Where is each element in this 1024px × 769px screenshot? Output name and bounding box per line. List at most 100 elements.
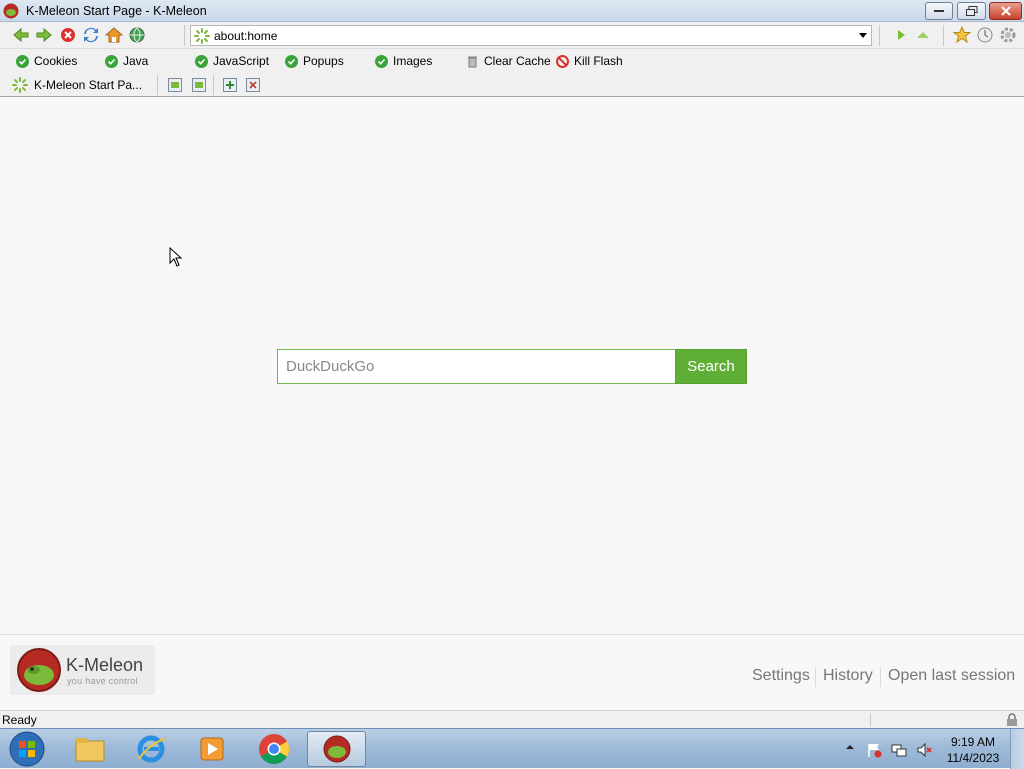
globe-icon — [129, 27, 145, 43]
mouse-cursor-icon — [169, 247, 182, 267]
privacy-toolbar: Cookies Java JavaScript Popups Images Cl… — [0, 49, 1024, 73]
taskbar-internet-explorer[interactable] — [122, 731, 180, 767]
page-content: Search — [0, 97, 1024, 634]
check-circle-icon — [105, 54, 118, 68]
title-bar: K-Meleon Start Page - K-Meleon — [0, 0, 1024, 22]
no-entry-icon — [556, 54, 569, 68]
forward-button[interactable] — [35, 26, 53, 44]
privacy-toggle-images[interactable]: Images — [375, 53, 432, 69]
kill-flash-label: Kill Flash — [574, 54, 623, 68]
logo-wordmark: K-Meleon — [66, 655, 144, 675]
settings-button[interactable] — [999, 26, 1017, 44]
plus-icon — [226, 81, 234, 89]
chrome-icon — [259, 734, 290, 765]
taskbar-file-explorer[interactable] — [61, 731, 119, 767]
privacy-toggle-label: Popups — [303, 54, 344, 68]
gear-icon — [1000, 27, 1016, 43]
back-button[interactable] — [12, 26, 30, 44]
toolbar-separator — [943, 25, 944, 46]
privacy-toggle-javascript[interactable]: JavaScript — [195, 53, 269, 69]
minimize-icon — [934, 10, 944, 12]
search-input[interactable] — [277, 349, 675, 384]
k-meleon-logo-icon — [17, 648, 61, 692]
clear-cache-label: Clear Cache — [484, 54, 551, 68]
clock-time: 9:19 AM — [950, 735, 996, 749]
system-clock[interactable]: 9:19 AM 11/4/2023 — [942, 734, 1004, 766]
footer-divider — [815, 667, 816, 687]
check-circle-icon — [195, 54, 208, 68]
privacy-toggle-popups[interactable]: Popups — [285, 53, 344, 69]
privacy-toggle-label: Java — [123, 54, 149, 68]
network-icon[interactable] — [891, 742, 907, 758]
clear-cache-button[interactable]: Clear Cache — [466, 53, 551, 69]
bookmarks-button[interactable] — [953, 26, 971, 44]
clock-icon — [977, 27, 993, 43]
stop-button[interactable] — [59, 26, 77, 44]
privacy-toggle-java[interactable]: Java — [105, 53, 148, 69]
restore-icon — [965, 6, 977, 16]
close-tab-button[interactable] — [246, 78, 260, 92]
home-button[interactable] — [105, 26, 123, 44]
new-tab-button[interactable] — [223, 78, 237, 92]
privacy-toggle-label: Images — [393, 54, 433, 68]
history-button[interactable] — [976, 26, 994, 44]
close-button[interactable] — [989, 2, 1022, 20]
status-separator — [870, 713, 871, 727]
tab-separator — [157, 75, 158, 95]
address-bar[interactable]: about:home — [190, 25, 872, 46]
open-last-session-link[interactable]: Open last session — [888, 667, 1015, 685]
internet-explorer-icon — [137, 735, 166, 763]
minimize-button[interactable] — [925, 2, 953, 20]
status-text: Ready — [2, 713, 37, 727]
k-meleon-app-icon — [3, 3, 19, 19]
window-list-icon — [171, 82, 179, 88]
reload-button[interactable] — [82, 26, 100, 44]
k-meleon-icon — [323, 735, 350, 763]
search-form: Search — [277, 349, 747, 384]
window-list-icon — [195, 82, 203, 88]
restore-button[interactable] — [957, 2, 986, 20]
tab-list-button[interactable] — [168, 78, 182, 92]
back-arrow-icon — [13, 27, 29, 43]
kill-flash-button[interactable]: Kill Flash — [556, 53, 623, 69]
navigation-toolbar: about:home — [0, 22, 1024, 49]
check-circle-icon — [16, 54, 29, 68]
search-button[interactable]: Search — [675, 349, 747, 384]
toolbar-separator — [879, 25, 880, 46]
check-circle-icon — [375, 54, 388, 68]
close-icon — [1000, 6, 1011, 16]
file-explorer-icon — [75, 738, 105, 762]
settings-link[interactable]: Settings — [752, 667, 810, 685]
up-button[interactable] — [914, 26, 932, 44]
start-button[interactable] — [0, 731, 54, 767]
taskbar-k-meleon[interactable] — [307, 731, 366, 767]
window-title: K-Meleon Start Page - K-Meleon — [26, 4, 207, 18]
logo-tagline: you have control — [67, 676, 138, 686]
status-bar: Ready — [0, 710, 1024, 728]
tab-list-button-2[interactable] — [192, 78, 206, 92]
start-orb-icon — [9, 731, 45, 767]
go-button[interactable] — [128, 26, 146, 44]
stop-icon — [61, 28, 75, 42]
show-desktop-button[interactable] — [1010, 729, 1024, 769]
address-bar-url[interactable]: about:home — [214, 29, 277, 43]
trash-icon — [468, 56, 477, 67]
volume-muted-icon[interactable] — [916, 742, 932, 758]
start-page-footer: K-Meleon you have control Settings Histo… — [0, 634, 1024, 710]
taskbar-chrome[interactable] — [245, 731, 303, 767]
tab-k-meleon-start-page[interactable]: K-Meleon Start Pa... — [12, 76, 142, 94]
tab-bar: K-Meleon Start Pa... — [0, 73, 1024, 97]
star-icon — [953, 26, 971, 44]
go-arrow-button[interactable] — [892, 26, 910, 44]
privacy-toggle-cookies[interactable]: Cookies — [16, 53, 77, 69]
privacy-toggle-label: Cookies — [34, 54, 78, 68]
show-hidden-icons-icon[interactable] — [845, 742, 855, 752]
loading-spinner-icon — [194, 28, 210, 44]
taskbar-media-player[interactable] — [183, 731, 241, 767]
action-center-flag-icon[interactable] — [866, 742, 882, 758]
play-arrow-icon — [898, 30, 905, 40]
footer-divider — [880, 667, 881, 687]
k-meleon-logo[interactable]: K-Meleon you have control — [10, 645, 155, 695]
chevron-down-icon[interactable] — [859, 33, 867, 38]
history-link[interactable]: History — [823, 667, 873, 685]
